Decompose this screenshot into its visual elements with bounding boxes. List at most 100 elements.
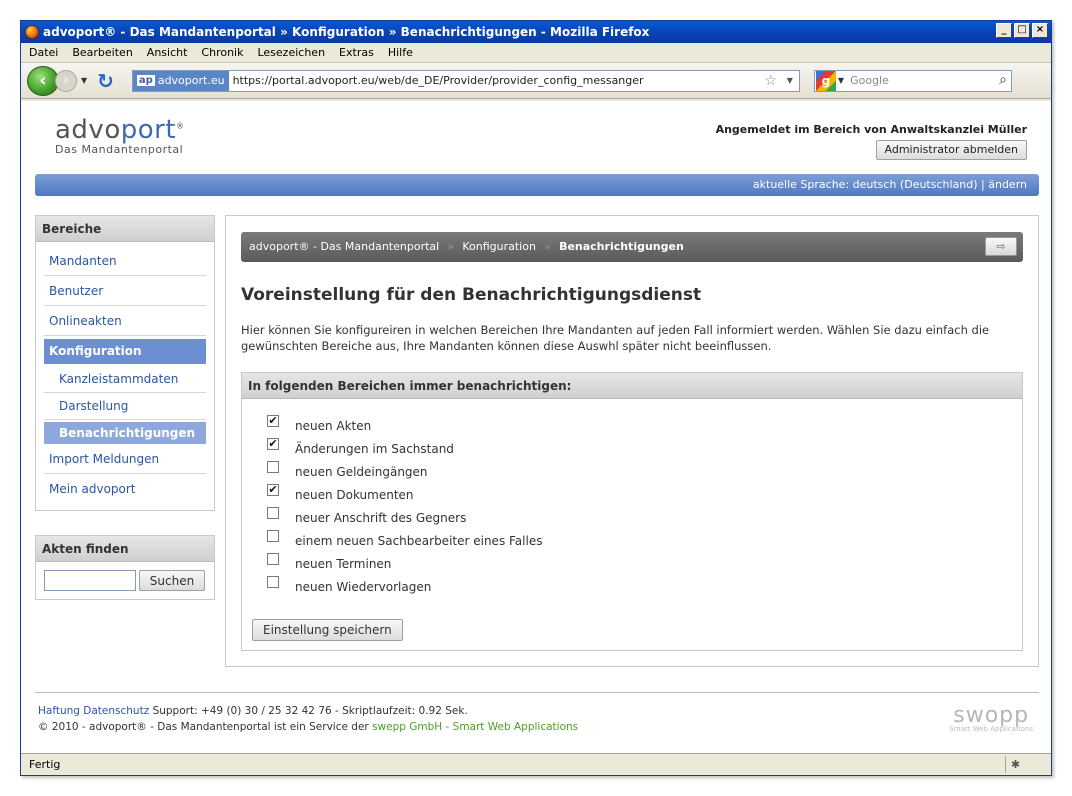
page-title: Voreinstellung für den Benachrichtigungs…	[241, 285, 702, 305]
swopp-logo-subtitle: Smart Web Applications	[949, 725, 1033, 733]
option-label: neuen Wiedervorlagen	[295, 580, 432, 594]
navigation-toolbar: ‹ › ▼ ↻ ap advoport.eu https://portal.ad…	[21, 63, 1051, 99]
footer-link-datenschutz[interactable]: Datenschutz	[83, 705, 149, 717]
menu-chronik[interactable]: Chronik	[201, 46, 243, 59]
status-text: Fertig	[29, 758, 61, 771]
footer-link-swepp[interactable]: swepp GmbH - Smart Web Applications	[372, 721, 578, 733]
export-icon[interactable]: ⇨	[985, 237, 1017, 256]
logged-in-text: Angemeldet im Bereich von Anwaltskanzlei…	[715, 123, 1027, 136]
notification-option[interactable]: neuer Anschrift des Gegners	[267, 505, 542, 528]
menu-bearbeiten[interactable]: Bearbeiten	[72, 46, 132, 59]
breadcrumb: advoport® - Das Mandantenportal » Konfig…	[241, 232, 1023, 262]
panel-title: In folgenden Bereichen immer benachricht…	[242, 373, 1022, 399]
notification-option[interactable]: neuen Terminen	[267, 551, 542, 574]
logo-advo: advo	[55, 115, 121, 145]
sidebar-item-benachrichtigungen[interactable]: Benachrichtigungen	[44, 422, 206, 444]
page-viewport: advoport® Das Mandantenportal Angemeldet…	[21, 101, 1051, 753]
sidebar-item-mandanten[interactable]: Mandanten	[44, 246, 206, 276]
address-bar[interactable]: ap advoport.eu https://portal.advoport.e…	[131, 69, 800, 92]
menu-ansicht[interactable]: Ansicht	[147, 46, 188, 59]
logo-port: port	[120, 115, 177, 145]
checkbox[interactable]	[267, 507, 279, 519]
menu-hilfe[interactable]: Hilfe	[388, 46, 413, 59]
breadcrumb-item-home[interactable]: advoport® - Das Mandantenportal	[249, 240, 439, 253]
main-content: advoport® - Das Mandantenportal » Konfig…	[225, 215, 1039, 667]
firefox-icon	[25, 25, 39, 39]
find-files-title: Akten finden	[36, 536, 214, 562]
menu-bar: Datei Bearbeiten Ansicht Chronik Lesezei…	[21, 43, 1051, 63]
logo-registered: ®	[176, 121, 185, 131]
advoport-logo[interactable]: advoport® Das Mandantenportal	[55, 115, 185, 156]
url-text[interactable]: https://portal.advoport.eu/web/de_DE/Pro…	[233, 74, 644, 87]
notification-option[interactable]: neuen Wiedervorlagen	[267, 574, 542, 597]
menu-lesezeichen[interactable]: Lesezeichen	[257, 46, 325, 59]
search-bar[interactable]: g ▼ Google ⌕	[813, 69, 1012, 92]
checkbox[interactable]: ✔	[267, 438, 279, 450]
window-controls: _ □ ×	[996, 23, 1048, 38]
find-files-box: Akten finden Suchen	[35, 535, 215, 600]
sidebar-item-onlineakten[interactable]: Onlineakten	[44, 306, 206, 336]
notification-options: ✔ neuen Akten ✔ Änderungen im Sachstand neue…	[267, 413, 542, 597]
search-engine-dropdown-icon[interactable]: ▼	[838, 76, 844, 85]
footer-link-haftung[interactable]: Haftung	[38, 705, 80, 717]
addon-bug-icon[interactable]: ✱	[1005, 756, 1025, 773]
save-settings-button[interactable]: Einstellung speichern	[252, 619, 403, 641]
site-favicon: ap	[136, 75, 155, 86]
checkbox[interactable]	[267, 553, 279, 565]
sidebar-item-mein-advoport[interactable]: Mein advoport	[44, 474, 206, 504]
sidebar-item-kanzleistammdaten[interactable]: Kanzleistammdaten	[44, 366, 206, 393]
breadcrumb-separator: »	[447, 242, 454, 253]
areas-nav: Mandanten Benutzer Onlineakten Konfigura…	[36, 242, 214, 510]
close-icon[interactable]: ×	[1032, 23, 1048, 38]
maximize-icon[interactable]: □	[1014, 23, 1030, 38]
sidebar-item-konfiguration[interactable]: Konfiguration	[44, 339, 206, 364]
logo-subtitle: Das Mandantenportal	[55, 143, 184, 156]
forward-arrow-icon[interactable]: ›	[55, 69, 77, 92]
find-files-input[interactable]	[44, 570, 136, 591]
sidebar-item-darstellung[interactable]: Darstellung	[44, 393, 206, 420]
areas-box: Bereiche Mandanten Benutzer Onlineakten …	[35, 215, 215, 511]
notification-settings-panel: In folgenden Bereichen immer benachricht…	[241, 372, 1023, 651]
search-icon[interactable]: ⌕	[999, 72, 1007, 88]
option-label: einem neuen Sachbearbeiter eines Falles	[295, 534, 543, 548]
checkbox[interactable]	[267, 461, 279, 473]
option-label: neuer Anschrift des Gegners	[295, 511, 467, 525]
checkbox[interactable]	[267, 530, 279, 542]
minimize-icon[interactable]: _	[996, 23, 1012, 38]
notification-option[interactable]: einem neuen Sachbearbeiter eines Falles	[267, 528, 542, 551]
footer: Haftung Datenschutz Support: +49 (0) 30 …	[38, 703, 578, 735]
footer-support: Support: +49 (0) 30 / 25 32 42 76 - Skri…	[152, 705, 468, 717]
breadcrumb-item-konfiguration[interactable]: Konfiguration	[462, 240, 536, 253]
breadcrumb-item-current: Benachrichtigungen	[559, 240, 684, 253]
google-icon[interactable]: g	[815, 70, 836, 91]
swopp-logo[interactable]: swopp Smart Web Applications	[949, 703, 1033, 733]
notification-option[interactable]: ✔ neuen Dokumenten	[267, 482, 542, 505]
menu-datei[interactable]: Datei	[29, 46, 58, 59]
title-bar: advoport® - Das Mandantenportal » Konfig…	[21, 21, 1051, 43]
reload-icon[interactable]: ↻	[97, 71, 114, 91]
option-label: Änderungen im Sachstand	[295, 442, 454, 456]
search-placeholder[interactable]: Google	[850, 74, 889, 87]
sidebar-item-benutzer[interactable]: Benutzer	[44, 276, 206, 306]
logout-button[interactable]: Administrator abmelden	[875, 140, 1027, 160]
bookmark-star-icon[interactable]: ☆	[764, 73, 777, 89]
language-text[interactable]: aktuelle Sprache: deutsch (Deutschland) …	[753, 178, 1027, 191]
history-dropdown-icon[interactable]: ▼	[81, 76, 87, 85]
notification-option[interactable]: ✔ neuen Akten	[267, 413, 542, 436]
find-files-button[interactable]: Suchen	[139, 570, 205, 591]
intro-text: Hier können Sie konfigureiren in welchen…	[241, 323, 990, 353]
areas-title: Bereiche	[36, 216, 214, 242]
language-bar: aktuelle Sprache: deutsch (Deutschland) …	[35, 174, 1039, 196]
site-identity-label: advoport.eu	[157, 74, 225, 87]
sidebar-item-import-meldungen[interactable]: Import Meldungen	[44, 444, 206, 474]
site-identity-button[interactable]: ap advoport.eu	[132, 70, 229, 91]
url-dropdown-icon[interactable]: ▼	[787, 76, 793, 85]
checkbox[interactable]: ✔	[267, 484, 279, 496]
notification-option[interactable]: ✔ Änderungen im Sachstand	[267, 436, 542, 459]
notification-option[interactable]: neuen Geldeingängen	[267, 459, 542, 482]
menu-extras[interactable]: Extras	[339, 46, 374, 59]
footer-divider	[35, 692, 1039, 693]
checkbox[interactable]: ✔	[267, 415, 279, 427]
window-title: advoport® - Das Mandantenportal » Konfig…	[43, 25, 650, 39]
checkbox[interactable]	[267, 576, 279, 588]
